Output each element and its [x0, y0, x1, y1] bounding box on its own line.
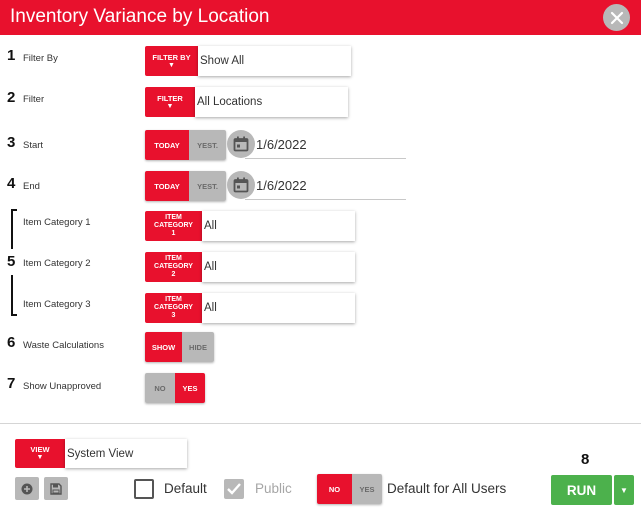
cat1-button-line-2: CATEGORY [154, 222, 193, 229]
step-number-7: 7 [7, 375, 16, 392]
cat3-button-line-1: ITEM [165, 296, 182, 303]
start-date-value[interactable]: 1/6/2022 [256, 137, 307, 152]
chevron-down-icon: ▼ [36, 454, 44, 461]
calendar-icon [233, 136, 249, 152]
run-options-dropdown[interactable]: ▼ [614, 475, 634, 505]
end-label: End [23, 181, 40, 192]
start-label: Start [23, 140, 44, 151]
save-view-button[interactable] [44, 477, 68, 500]
step-number-1: 1 [7, 47, 16, 64]
window-title: Inventory Variance by Location [10, 6, 270, 27]
start-date-toggle[interactable]: TODAY YEST. [145, 130, 226, 160]
filter-select[interactable]: All Locations [195, 87, 348, 117]
filter-by-dropdown-button[interactable]: FILTER BY ▼ [145, 46, 198, 76]
step-number-4: 4 [7, 175, 16, 192]
unapproved-no-option[interactable]: NO [145, 373, 175, 403]
calendar-icon [233, 177, 249, 193]
default-checkbox-label: Default [164, 481, 207, 496]
add-view-button[interactable] [15, 477, 39, 500]
start-today-option[interactable]: TODAY [145, 130, 189, 160]
item-category-2-select[interactable]: All [202, 252, 355, 282]
waste-calculations-label: Waste Calculations [23, 340, 104, 351]
cat2-button-line-1: ITEM [165, 255, 182, 262]
cat1-button-line-1: ITEM [165, 214, 182, 221]
item-category-3-select[interactable]: All [202, 293, 355, 323]
item-category-1-dropdown-button[interactable]: ITEM CATEGORY 1 [145, 211, 202, 241]
filter-label: Filter [23, 94, 45, 105]
save-icon [50, 482, 62, 495]
item-category-1-select[interactable]: All [202, 211, 355, 241]
end-yesterday-option[interactable]: YEST. [189, 171, 226, 201]
start-date-underline [245, 158, 406, 159]
filter-button-label: FILTER [157, 93, 183, 103]
end-calendar-button[interactable] [227, 171, 255, 199]
cat3-button-line-3: 3 [171, 312, 176, 319]
step-number-3: 3 [7, 134, 16, 151]
view-dropdown-button[interactable]: VIEW ▼ [15, 439, 65, 468]
default-checkbox[interactable] [134, 479, 154, 499]
default-all-users-yes-option[interactable]: YES [352, 474, 382, 504]
show-unapproved-toggle[interactable]: NO YES [145, 373, 205, 403]
cat2-button-line-3: 2 [171, 271, 176, 278]
close-button[interactable] [603, 4, 630, 31]
step-number-8: 8 [581, 451, 590, 468]
item-category-3-dropdown-button[interactable]: ITEM CATEGORY 3 [145, 293, 202, 323]
category-bracket-bottom [11, 275, 17, 316]
start-yesterday-option[interactable]: YEST. [189, 130, 226, 160]
end-date-toggle[interactable]: TODAY YEST. [145, 171, 226, 201]
end-date-underline [245, 199, 406, 200]
category-bracket-top [11, 209, 17, 249]
filter-by-button-label: FILTER BY [152, 52, 191, 62]
default-all-users-no-option[interactable]: NO [317, 474, 352, 504]
item-category-2-dropdown-button[interactable]: ITEM CATEGORY 2 [145, 252, 202, 282]
footer-divider [0, 423, 641, 424]
title-bar: Inventory Variance by Location [0, 0, 641, 35]
chevron-down-icon: ▼ [166, 102, 174, 110]
default-all-users-label: Default for All Users [387, 481, 507, 496]
public-checkbox-label: Public [255, 481, 292, 496]
view-select[interactable]: System View [65, 439, 187, 468]
cat1-button-line-3: 1 [171, 230, 176, 237]
checkmark-icon [227, 483, 241, 495]
filter-by-select[interactable]: Show All [198, 46, 351, 76]
view-button-label: VIEW [30, 445, 50, 454]
run-button[interactable]: RUN [551, 475, 612, 505]
chevron-down-icon: ▼ [620, 485, 628, 495]
unapproved-yes-option[interactable]: YES [175, 373, 205, 403]
item-category-2-label: Item Category 2 [23, 258, 91, 269]
add-circle-icon [21, 483, 33, 494]
cat3-button-line-2: CATEGORY [154, 304, 193, 311]
default-all-users-toggle[interactable]: NO YES [317, 474, 382, 504]
end-today-option[interactable]: TODAY [145, 171, 189, 201]
step-number-6: 6 [7, 334, 16, 351]
filter-dropdown-button[interactable]: FILTER ▼ [145, 87, 195, 117]
start-calendar-button[interactable] [227, 130, 255, 158]
cat2-button-line-2: CATEGORY [154, 263, 193, 270]
close-icon [610, 11, 623, 24]
chevron-down-icon: ▼ [168, 61, 175, 69]
waste-calculations-toggle[interactable]: SHOW HIDE [145, 332, 214, 362]
show-unapproved-label: Show Unapproved [23, 381, 102, 392]
filter-by-label: Filter By [23, 53, 58, 64]
item-category-3-label: Item Category 3 [23, 299, 91, 310]
step-number-5: 5 [7, 253, 16, 270]
item-category-1-label: Item Category 1 [23, 217, 91, 228]
end-date-value[interactable]: 1/6/2022 [256, 178, 307, 193]
waste-show-option[interactable]: SHOW [145, 332, 182, 362]
public-checkbox[interactable] [224, 479, 244, 499]
step-number-2: 2 [7, 89, 16, 106]
waste-hide-option[interactable]: HIDE [182, 332, 214, 362]
